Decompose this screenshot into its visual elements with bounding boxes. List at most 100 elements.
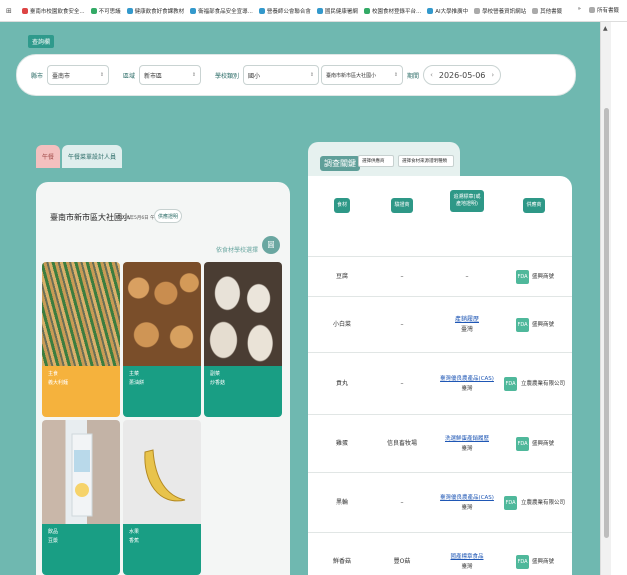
menu-date: 2026年5月6日 午餐	[118, 216, 160, 221]
dish-caption: 主食 義大利麵	[42, 366, 120, 417]
supplier-select[interactable]: 選擇供應商	[358, 155, 394, 167]
cell-supplier: FDA 盛興商號	[504, 257, 566, 297]
date-picker: ‹ 2026-05-06 ›	[423, 65, 502, 85]
cert-type-select[interactable]: 選擇食材來源證明種類	[398, 155, 454, 167]
header-ingredient: 食材	[333, 198, 350, 213]
dish-image	[42, 420, 120, 524]
cell-cert: 洗選鮮蛋產銷履歷 臺灣	[444, 434, 489, 452]
district-select-value: 新市區	[144, 72, 163, 80]
cert-link[interactable]: 產銷履歷	[455, 315, 479, 325]
dish-name: 炒香菇	[210, 380, 226, 386]
cell-supplier: FDA 立農農業有限公司	[502, 473, 568, 533]
city-select[interactable]: 臺南市 ⇕	[47, 65, 110, 85]
bookmark-item[interactable]: AI大學推廣中	[427, 7, 468, 15]
fda-icon: FDA	[515, 270, 529, 284]
table-row: 豆腐 – – FDA 盛興商號	[308, 256, 572, 296]
date-value[interactable]: 2026-05-06	[439, 71, 486, 80]
supply-proof-button[interactable]: 供應證明	[154, 209, 182, 223]
ingredient-title: 調查關鍵	[320, 156, 360, 171]
tab-menu-designer[interactable]: 午餐菜單設計人員	[62, 145, 123, 168]
next-date-button[interactable]: ›	[491, 71, 494, 79]
date-label: 期間	[407, 72, 420, 80]
bookmark-favicon-icon	[90, 7, 97, 14]
page-content: 查詢欄 縣市 臺南市 ⇕ 區域 新市區 ⇕ 學校類別 國小 ⇕ 臺南市新市區大社…	[0, 22, 600, 575]
bookmark-item[interactable]: 國民健康署網	[316, 7, 358, 15]
bookmark-favicon-icon	[258, 7, 265, 14]
page-scrollbar[interactable]: ▲	[600, 22, 611, 575]
school-type-select[interactable]: 國小 ⇕	[243, 65, 320, 85]
cell-ingredient: 豆腐	[335, 273, 348, 280]
table-row: 黑輪 – 臺灣優良農產品(CAS) 臺灣 FDA 立農農業有限公司	[308, 472, 572, 532]
scrollbar-thumb[interactable]	[604, 108, 609, 538]
fda-icon: FDA	[515, 437, 529, 451]
school-select[interactable]: 臺南市新市區大社國小 ⇕	[321, 65, 404, 85]
city-select-value: 臺南市	[52, 72, 71, 80]
chevron-updown-icon: ⇕	[99, 72, 105, 78]
apps-grid-icon[interactable]: ⊞	[6, 7, 12, 15]
bookmark-item[interactable]: 臺南市校園飲食安全...	[21, 7, 85, 15]
dish-image	[42, 262, 120, 366]
dish-card[interactable]: 副菜 炒香菇	[204, 262, 282, 417]
cert-link[interactable]: 臺灣優良農產品(CAS)	[440, 374, 494, 384]
header-cert: 追溯標章(或產地證明)	[450, 190, 484, 212]
school-select-value: 臺南市新市區大社國小	[326, 72, 377, 79]
table-row: 貢丸 – 臺灣優良農產品(CAS) 臺灣 FDA 立農農業有限公司	[308, 352, 572, 414]
dish-card[interactable]: 主菜 蔥油餅	[123, 262, 201, 417]
bookmark-item[interactable]: 健康飲食好食課教材	[126, 7, 184, 15]
meal-tabs: 午餐 午餐菜單設計人員	[36, 142, 290, 168]
cell-verifier: 信良畜牧場	[386, 440, 417, 447]
dish-image	[123, 420, 201, 524]
cell-verifier: 豐O菇	[393, 558, 411, 565]
dish-type: 主食	[48, 371, 59, 377]
dish-type: 水果	[129, 529, 140, 535]
dish-caption: 主菜 蔥油餅	[123, 366, 201, 417]
dish-image	[123, 262, 201, 366]
dish-card[interactable]: 飲品 豆漿	[42, 420, 120, 575]
cell-supplier: FDA 盛興商號	[504, 415, 566, 473]
more-bookmarks-icon[interactable]: »	[578, 6, 581, 14]
cell-cert: 國產標章食品 臺灣	[450, 552, 484, 570]
cell-cert: 臺灣優良農產品(CAS) 臺灣	[440, 374, 494, 392]
dish-caption: 水果 香蕉	[123, 524, 201, 575]
bookmark-item[interactable]: 營養師公會聯合會	[258, 7, 311, 15]
prev-date-button[interactable]: ‹	[430, 71, 433, 79]
dish-type: 副菜	[210, 371, 221, 377]
bookmark-item[interactable]: 校園食材登錄平台...	[363, 7, 421, 15]
dish-caption: 副菜 炒香菇	[204, 366, 282, 417]
city-label: 縣市	[31, 72, 44, 80]
bookmarks-bar: ⊞ 臺南市校園飲食安全... 不可思議 健康飲食好食課教材 衛福部食品安全宣導.…	[0, 0, 627, 22]
bookmark-favicon-icon	[427, 7, 434, 14]
table-header: 食材 驗證商 追溯標章(或產地證明) 供應商	[308, 176, 572, 238]
bookmark-favicon-icon	[126, 7, 133, 14]
bookmark-item[interactable]: 衛福部食品安全宣導...	[190, 7, 253, 15]
table-row: 小白菜 – 產銷履歷 臺灣 FDA 盛興商號	[308, 296, 572, 352]
school-type-select-value: 國小	[248, 72, 261, 80]
ingredient-table: 食材 驗證商 追溯標章(或產地證明) 供應商 豆腐 – – FDA 盛興商號 小白…	[308, 176, 572, 575]
bookmark-item[interactable]: 其他書籤	[532, 7, 562, 15]
ingredient-panel: 調查關鍵 選擇供應商 選擇食材來源證明種類 食材 驗證商 追溯標章(或產地證明)…	[300, 142, 572, 575]
bookmark-favicon-icon	[190, 7, 197, 14]
district-select[interactable]: 新市區 ⇕	[139, 65, 202, 85]
tab-lunch[interactable]: 午餐	[36, 145, 61, 168]
cert-link[interactable]: 國產標章食品	[450, 552, 483, 562]
folder-icon	[588, 7, 595, 13]
dish-card[interactable]: 水果 香蕉	[123, 420, 201, 575]
cert-link[interactable]: 臺灣優良農產品(CAS)	[440, 493, 494, 503]
fda-icon: FDA	[515, 318, 529, 332]
cell-ingredient: 鮮香菇	[332, 558, 351, 565]
all-bookmarks-button[interactable]: 所有書籤	[588, 6, 619, 14]
bookmark-favicon-icon	[21, 7, 28, 14]
cell-cert: –	[465, 273, 469, 280]
sort-icon[interactable]: 圓	[262, 236, 280, 254]
scroll-up-icon[interactable]: ▲	[603, 25, 608, 32]
dish-type: 主菜	[129, 371, 140, 377]
dish-name: 蔥油餅	[129, 380, 145, 386]
bookmark-item[interactable]: 學校營養資訊網站	[474, 7, 526, 15]
cell-cert: 臺灣優良農產品(CAS) 臺灣	[440, 493, 494, 511]
dish-card[interactable]: 主食 義大利麵	[42, 262, 120, 417]
query-tab[interactable]: 查詢欄	[28, 35, 55, 48]
bookmark-item[interactable]: 不可思議	[90, 7, 121, 15]
cell-verifier: –	[400, 321, 404, 328]
dish-type: 飲品	[48, 529, 59, 535]
cert-link[interactable]: 洗選鮮蛋產銷履歷	[445, 434, 489, 444]
